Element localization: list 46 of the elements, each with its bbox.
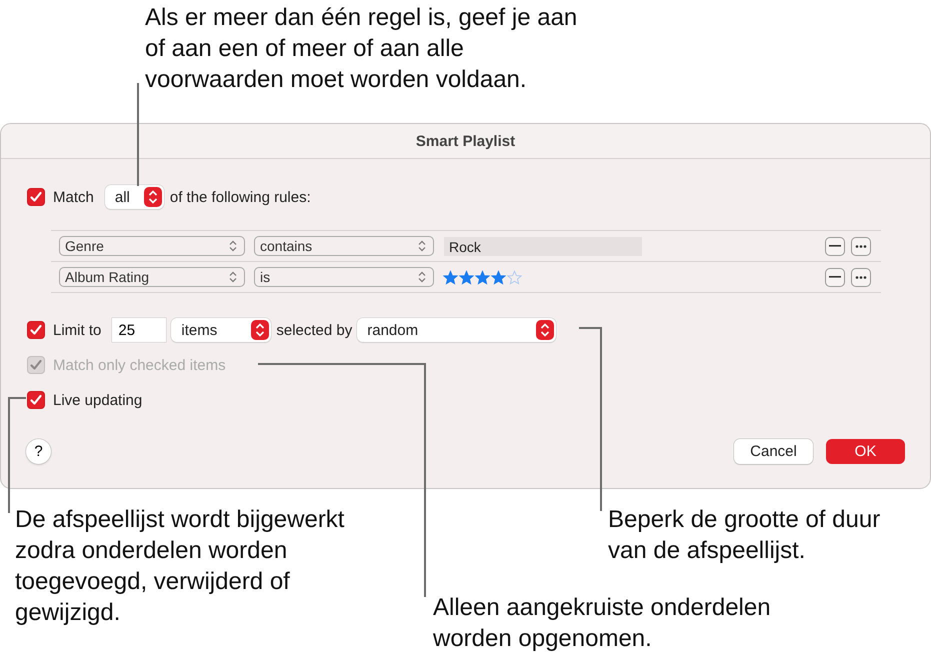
- filled-star-icon: [491, 270, 506, 284]
- checkbox[interactable]: [27, 321, 45, 339]
- remove-rule-button[interactable]: [825, 236, 845, 256]
- limit-field[interactable]: 25: [112, 318, 166, 342]
- checkbox[interactable]: [27, 188, 45, 206]
- checkbox-label: Limit to: [53, 322, 102, 338]
- popup-button[interactable]: all: [104, 185, 164, 209]
- value-field[interactable]: Rock: [444, 236, 642, 256]
- popup-button[interactable]: random: [357, 318, 556, 342]
- more-button[interactable]: [851, 236, 871, 256]
- star-rating[interactable]: [443, 270, 522, 284]
- callout-text: De afspeellijst wordt bijgewerkt zodra onderdelen worden toegevoegd, verwijderd of gewijzigd.: [15, 505, 346, 628]
- chevron-up-down-icon: [144, 187, 162, 207]
- filled-star-icon: [475, 270, 490, 284]
- callout-text: Als er meer dan één regel is, geef je aan of aan een of meer of aan alle voorwaarden moet worden voldaan.: [145, 3, 578, 95]
- checkbox-label: Match only checked items: [53, 356, 226, 374]
- checkbox-label: Match: [53, 188, 94, 206]
- ellipsis-icon: [855, 244, 867, 248]
- chevron-up-down-icon: [251, 320, 270, 340]
- minus-icon: [829, 245, 841, 247]
- dialog-title: Smart Playlist: [416, 132, 516, 150]
- ok-button[interactable]: OK: [826, 439, 905, 464]
- callout-text: Beperk de grootte of duur van de afspeellijst.: [608, 505, 882, 566]
- help-button[interactable]: ?: [26, 439, 51, 464]
- cancel-button[interactable]: Cancel: [734, 439, 813, 464]
- filled-star-icon: [443, 270, 458, 284]
- chevron-up-down-icon: [536, 320, 554, 340]
- callout-text: Alleen aangekruiste onderdelen worden opgenomen.: [433, 593, 772, 654]
- remove-rule-button[interactable]: [825, 268, 845, 286]
- operator-dropdown[interactable]: contains: [254, 236, 434, 256]
- checkbox[interactable]: [27, 391, 45, 409]
- popup-button[interactable]: items: [171, 318, 272, 342]
- field-dropdown[interactable]: Genre: [59, 236, 245, 256]
- label-text: selected by: [276, 322, 352, 338]
- ellipsis-icon: [855, 276, 867, 278]
- chevron-up-down-icon: [228, 271, 238, 283]
- filled-star-icon: [459, 270, 474, 284]
- label-text: of the following rules:: [170, 188, 311, 206]
- operator-dropdown[interactable]: is: [254, 267, 434, 287]
- minus-icon: [829, 276, 841, 278]
- chevron-up-down-icon: [417, 240, 427, 252]
- chevron-up-down-icon: [228, 240, 238, 252]
- checkbox-label: Live updating: [53, 392, 142, 408]
- more-button[interactable]: [851, 268, 871, 286]
- chevron-up-down-icon: [417, 271, 427, 283]
- field-dropdown[interactable]: Album Rating: [59, 267, 245, 287]
